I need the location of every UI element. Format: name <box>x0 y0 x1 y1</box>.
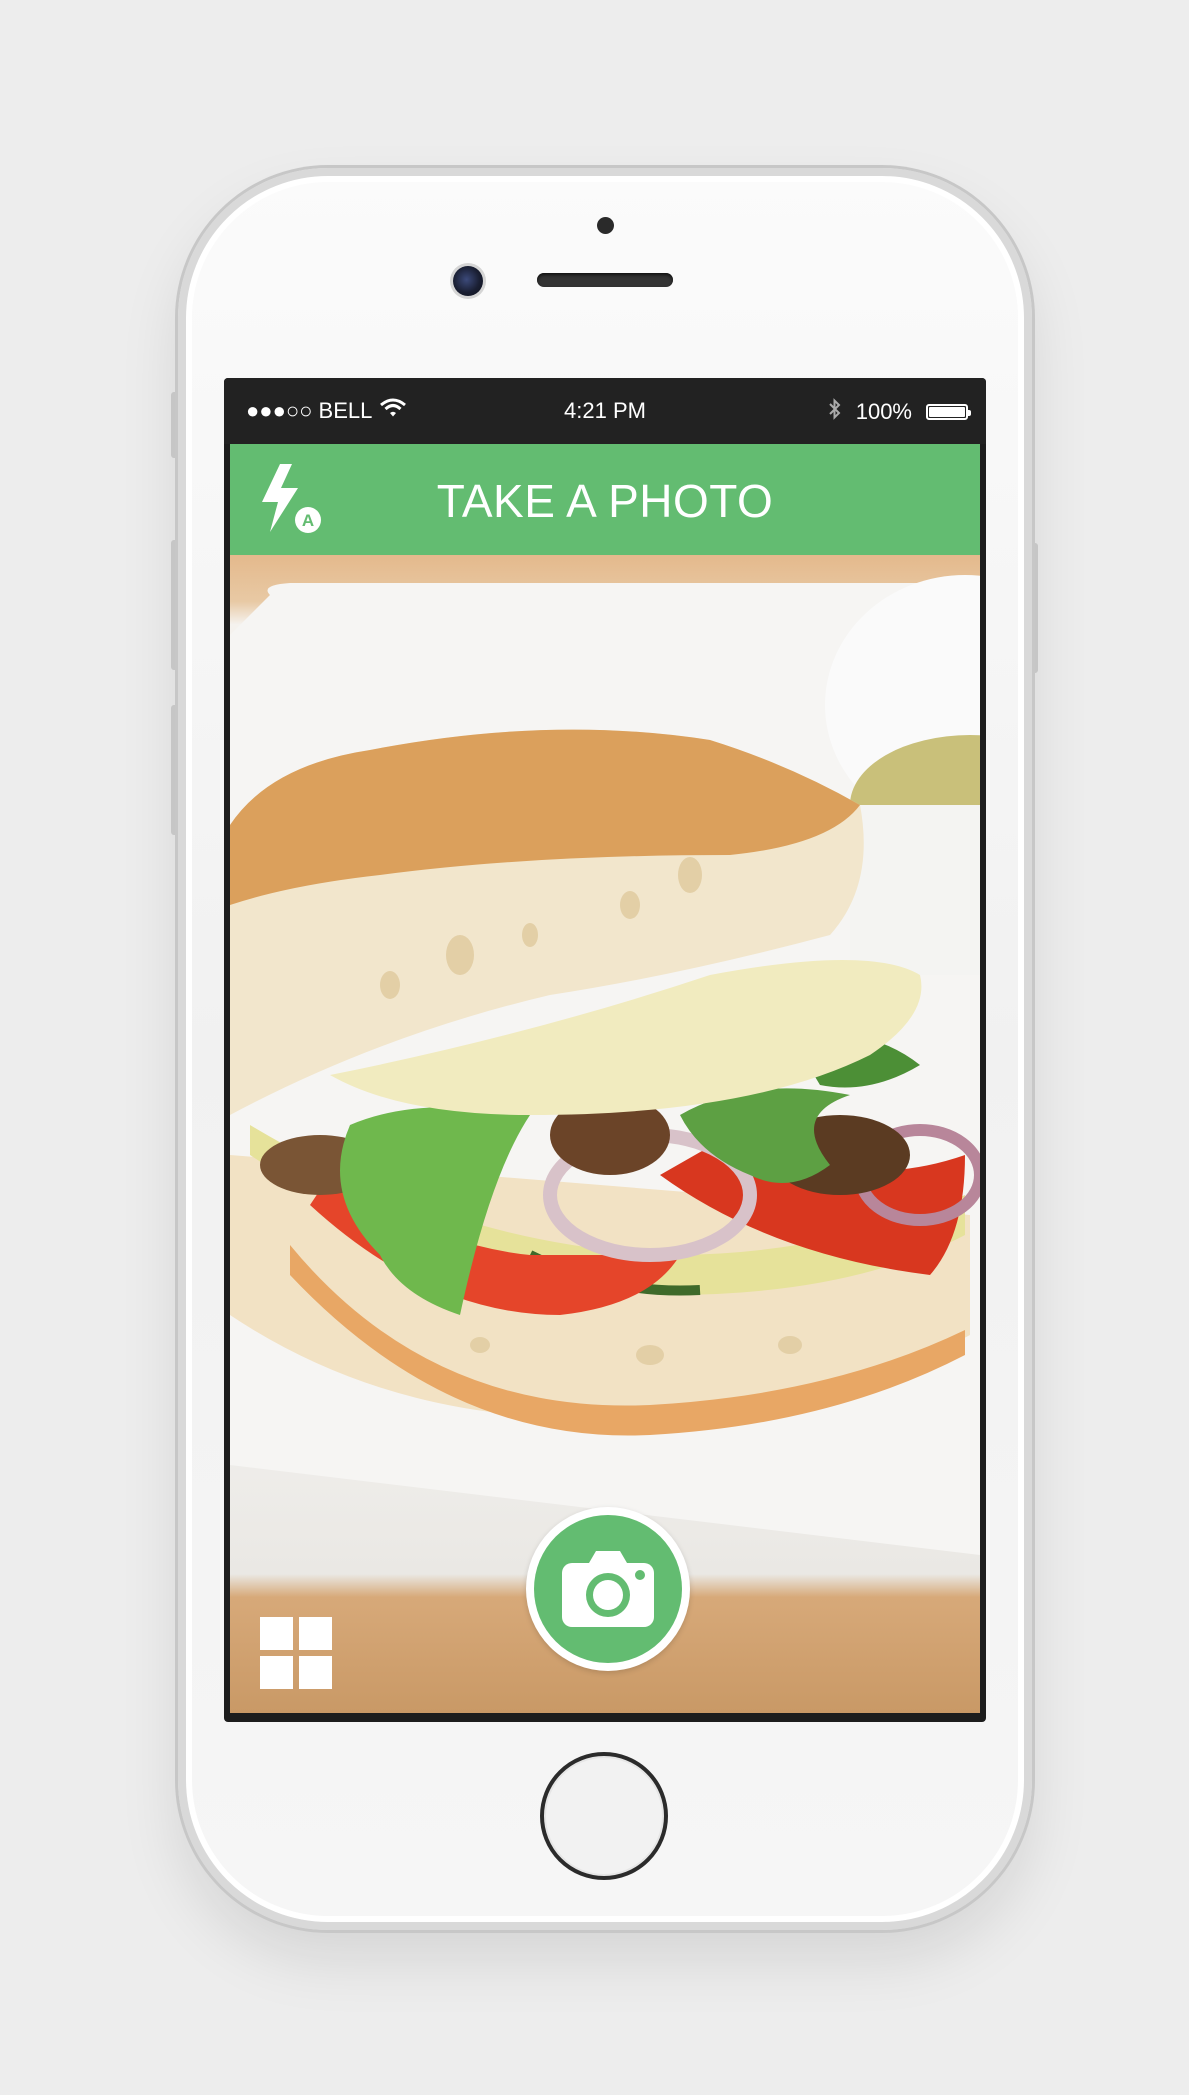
volume-down-button <box>171 705 178 835</box>
phone-screen: ●●●○○ BELL 4:21 PM 100% A TAKE A PHOTO <box>224 378 986 1722</box>
power-button <box>1031 543 1038 673</box>
status-bar: ●●●○○ BELL 4:21 PM 100% <box>224 378 986 444</box>
proximity-sensor <box>597 217 614 234</box>
page-title: TAKE A PHOTO <box>436 475 774 527</box>
mute-switch <box>171 392 178 458</box>
bluetooth-icon <box>828 398 842 426</box>
grid-icon <box>260 1617 332 1689</box>
shutter-button-inner <box>534 1515 682 1663</box>
app-header: A TAKE A PHOTO <box>230 444 980 555</box>
shutter-button[interactable] <box>526 1507 690 1671</box>
front-camera <box>453 266 483 296</box>
home-button[interactable] <box>540 1752 668 1880</box>
battery-icon <box>926 404 971 420</box>
camera-viewfinder[interactable] <box>230 555 980 1713</box>
volume-up-button <box>171 540 178 670</box>
earpiece-speaker <box>537 273 673 287</box>
camera-icon <box>562 1551 654 1627</box>
gallery-button[interactable] <box>258 1615 334 1691</box>
battery-percent: 100% <box>855 399 912 424</box>
